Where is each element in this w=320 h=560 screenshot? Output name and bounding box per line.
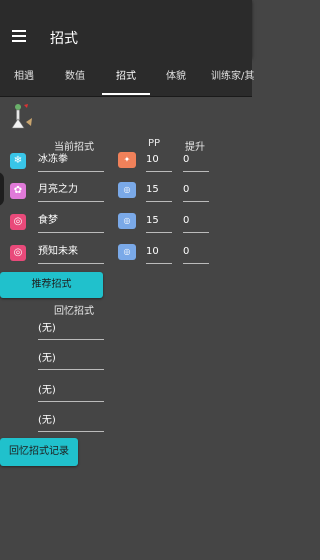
physical-category-icon: ✦ [118,152,136,168]
page-title: 招式 [50,31,78,47]
pokemon-sprite [11,104,32,129]
special-category-icon: ◎ [118,213,136,229]
app-bar: 招式 [0,0,252,58]
boost-field[interactable]: 0 [183,243,209,264]
move-name-field[interactable]: 月亮之力 [38,181,104,202]
special-category-icon: ◎ [118,182,136,198]
pp-field[interactable]: 10 [146,243,172,264]
menu-icon[interactable] [12,30,26,42]
tab-trainer[interactable]: 训练家/其 [211,58,254,96]
pp-field[interactable]: 15 [146,181,172,202]
ice-type-icon: ❄ [10,153,26,169]
boost-field[interactable]: 0 [183,151,209,172]
psychic-type-icon: ◎ [10,245,26,261]
tab-moves[interactable]: 招式 [116,58,136,96]
tab-encounter[interactable]: 相遇 [14,58,34,96]
fairy-type-icon: ✿ [10,183,26,199]
tab-appearance[interactable]: 体貌 [166,58,186,96]
active-tab-indicator [102,93,150,95]
move-name-field[interactable]: 食梦 [38,212,104,233]
boost-field[interactable]: 0 [183,181,209,202]
tab-stats[interactable]: 数值 [65,58,85,96]
recommend-moves-button[interactable]: 推荐招式 [0,272,103,298]
recall-move-field[interactable]: (无) [38,351,104,370]
move-row: ◎ 食梦 ◎ 15 0 [0,212,252,234]
special-category-icon: ◎ [118,244,136,260]
recall-move-field[interactable]: (无) [38,383,104,402]
move-name-field[interactable]: 冰冻拳 [38,151,104,172]
boost-field[interactable]: 0 [183,212,209,233]
recall-move-field[interactable]: (无) [38,321,104,340]
move-name-field[interactable]: 预知未来 [38,243,104,264]
move-row: ✿ 月亮之力 ◎ 15 0 [0,181,252,203]
pp-field[interactable]: 10 [146,151,172,172]
recall-move-field[interactable]: (无) [38,413,104,432]
side-drawer-handle[interactable] [0,172,4,206]
pp-header: PP [148,138,161,149]
move-row: ◎ 预知未来 ◎ 10 0 [0,243,252,265]
pp-field[interactable]: 15 [146,212,172,233]
move-row: ❄ 冰冻拳 ✦ 10 0 [0,151,252,173]
tab-bar: 相遇 数值 招式 体貌 训练家/其 [0,58,254,97]
recall-moves-header: 回忆招式 [54,306,94,317]
recall-moves-record-button[interactable]: 回忆招式记录 [0,438,78,466]
psychic-type-icon: ◎ [10,214,26,230]
